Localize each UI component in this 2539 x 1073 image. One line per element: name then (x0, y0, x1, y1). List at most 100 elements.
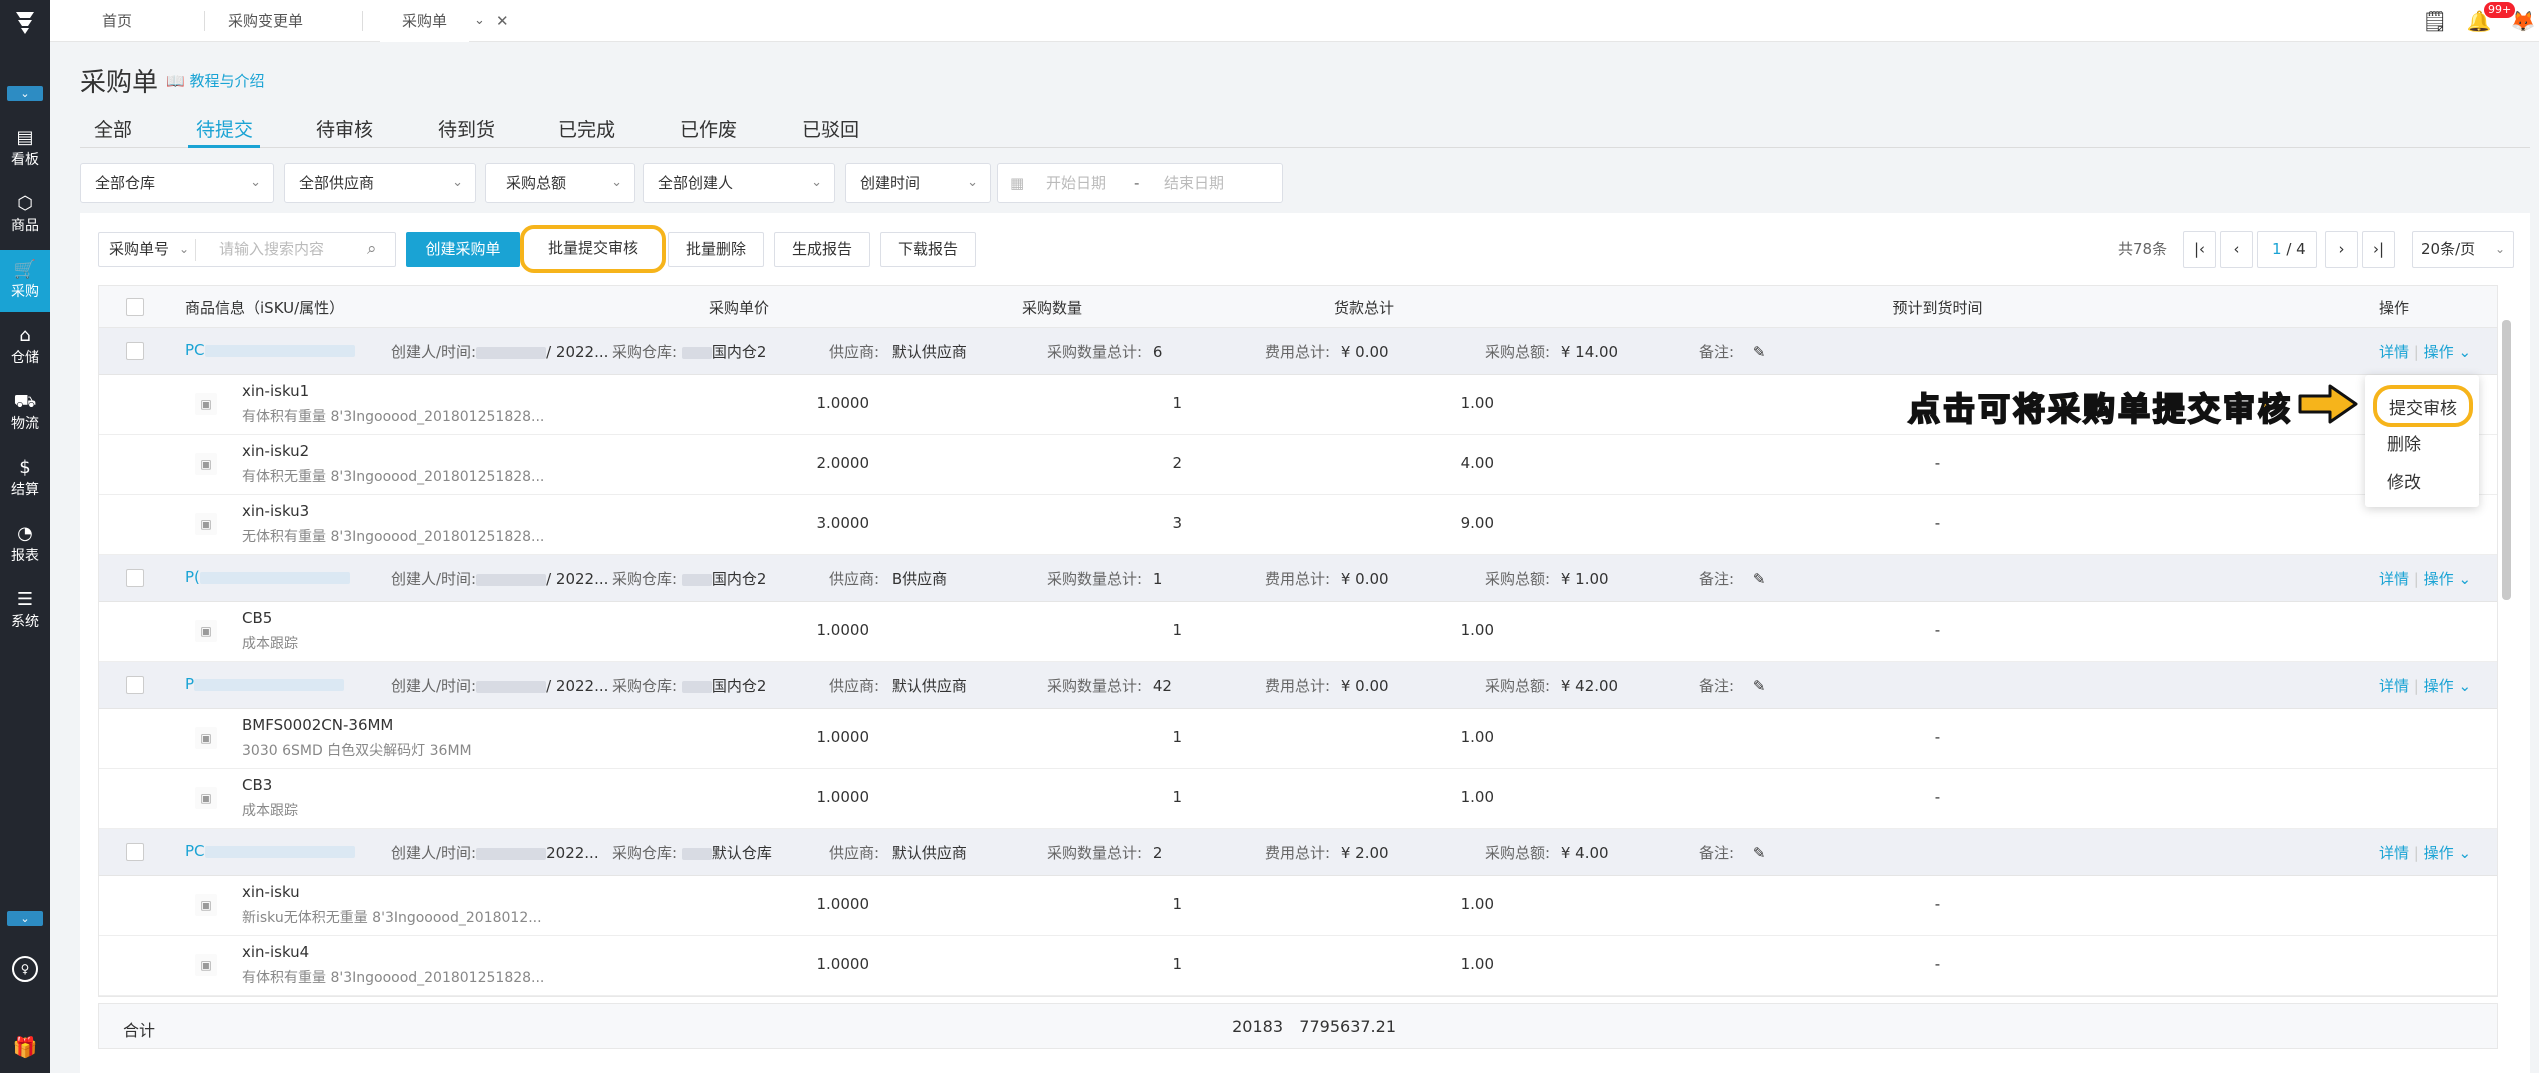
nav-item-warehouse[interactable]: ⌂ 仓储 (0, 316, 50, 378)
item-sku: xin-isku1 (242, 382, 310, 400)
operate-link[interactable]: 操作 (2424, 844, 2454, 862)
order-number[interactable]: PC (185, 341, 355, 359)
nav-item-report[interactable]: ◔ 报表 (0, 514, 50, 576)
tab-purchase-order[interactable]: 采购单 (380, 0, 470, 42)
detail-link[interactable]: 详情 (2379, 844, 2409, 862)
order-supplier: 默认供应商 (891, 677, 967, 695)
item-attr: 有体积有重量 8'3Ingooood_201801251828... (242, 409, 545, 425)
prev-page-icon[interactable]: ‹ (2220, 231, 2253, 268)
collapse-toggle-icon[interactable]: ⌄ (7, 86, 43, 101)
app-logo[interactable] (8, 6, 42, 40)
tab-pending-arrival[interactable]: 待到货 (438, 118, 495, 142)
amount-select[interactable]: 采购总额 ⌄ (485, 163, 635, 203)
chevron-down-icon[interactable]: ⌄ (474, 0, 485, 42)
divider (195, 239, 196, 261)
detail-link[interactable]: 详情 (2379, 677, 2409, 695)
item-price: 3.0000 (816, 514, 870, 532)
tab-pending-review[interactable]: 待审核 (316, 118, 373, 142)
nav-item-purchase[interactable]: 🛒 采购 (0, 250, 50, 312)
summary-label: 合计 (123, 1021, 156, 1040)
order-checkbox[interactable] (126, 676, 144, 694)
close-tab-icon[interactable]: ✕ (496, 0, 509, 42)
operate-link[interactable]: 操作 (2424, 570, 2454, 588)
page-size-select[interactable]: 20条/页 ⌄ (2412, 231, 2514, 268)
chevron-down-icon: ⌄ (452, 175, 463, 190)
edit-icon[interactable]: ✎ (1753, 677, 1766, 695)
warehouse-select[interactable]: 全部仓库 ⌄ (80, 163, 274, 203)
detail-link[interactable]: 详情 (2379, 343, 2409, 361)
first-page-icon[interactable]: |‹ (2183, 231, 2216, 268)
table-scrollbar[interactable] (2502, 320, 2511, 600)
order-supplier: 默认供应商 (891, 844, 967, 862)
edit-icon[interactable]: ✎ (1753, 343, 1766, 361)
end-date-input[interactable]: 结束日期 (1164, 164, 1224, 202)
date-range-picker[interactable]: ▦ 开始日期 - 结束日期 (997, 163, 1283, 203)
item-qty: 1 (1172, 955, 1182, 973)
detail-link[interactable]: 详情 (2379, 570, 2409, 588)
top-bar: 首页 采购变更单 采购单 ⌄ ✕ 🗒 🔔 99+ 🦊 (50, 0, 2539, 42)
tutorial-link[interactable]: 📖 教程与介绍 (166, 70, 264, 91)
search-icon[interactable]: ⌕ (367, 233, 377, 266)
order-checkbox[interactable] (126, 843, 144, 861)
money-icon: $ (19, 457, 31, 478)
order-number[interactable]: PC (185, 842, 355, 860)
summary-amount: 7795637.21 (1299, 1017, 1396, 1036)
order-checkbox[interactable] (126, 569, 144, 587)
nav-item-product[interactable]: ⬡ 商品 (0, 184, 50, 246)
order-qty-total: 42 (1152, 677, 1172, 695)
user-pin-icon[interactable]: ♀ (12, 956, 38, 982)
nav-item-dashboard[interactable]: ▤ 看板 (0, 118, 50, 180)
order-number[interactable]: P( (185, 568, 350, 586)
last-page-icon[interactable]: ›| (2362, 231, 2395, 268)
item-attr: 成本跟踪 (242, 803, 298, 819)
order-total: ¥ 14.00 (1560, 343, 1619, 361)
batch-delete-button[interactable]: 批量删除 (668, 232, 764, 267)
item-qty: 1 (1172, 621, 1182, 639)
item-sku: xin-isku4 (242, 943, 310, 961)
tab-purchase-change[interactable]: 采购变更单 (206, 0, 325, 42)
select-all-checkbox[interactable] (126, 298, 144, 316)
generate-report-button[interactable]: 生成报告 (774, 232, 870, 267)
download-report-button[interactable]: 下载报告 (880, 232, 976, 267)
item-eta: - (1934, 788, 1941, 806)
supplier-select[interactable]: 全部供应商 ⌄ (284, 163, 476, 203)
notes-icon[interactable]: 🗒 (2422, 8, 2448, 34)
gift-icon[interactable]: 🎁 (12, 1034, 38, 1060)
operate-link[interactable]: 操作 (2424, 677, 2454, 695)
order-header-row: PC 创建人/时间: 2022... 采购仓库: 默认仓库 供应商: 默认供应商 采购数量… (99, 829, 2497, 876)
link-divider: | (2413, 343, 2419, 361)
page-input[interactable]: 1 / 4 (2257, 231, 2317, 268)
warehouse-label: 采购仓库: (612, 844, 678, 862)
order-date: 2022... (546, 844, 599, 862)
search-group: 采购单号 ⌄ 请输入搜索内容 ⌕ (98, 232, 396, 267)
edit-menu-item[interactable]: 修改 (2387, 468, 2421, 493)
search-type-select[interactable]: 采购单号 (109, 233, 169, 266)
tab-voided[interactable]: 已作废 (680, 118, 737, 142)
tab-completed[interactable]: 已完成 (558, 118, 615, 142)
create-order-button[interactable]: 创建采购单 (406, 232, 520, 267)
search-input[interactable]: 请输入搜索内容 (219, 233, 324, 266)
tab-rejected[interactable]: 已驳回 (802, 118, 859, 142)
tab-home[interactable]: 首页 (80, 0, 154, 42)
next-page-icon[interactable]: › (2325, 231, 2358, 268)
time-select[interactable]: 创建时间 ⌄ (845, 163, 991, 203)
edit-icon[interactable]: ✎ (1753, 844, 1766, 862)
avatar[interactable]: 🦊 (2510, 8, 2536, 34)
edit-icon[interactable]: ✎ (1753, 570, 1766, 588)
operate-link[interactable]: 操作 (2424, 343, 2454, 361)
warehouse-label: 采购仓库: (612, 570, 678, 588)
delete-menu-item[interactable]: 删除 (2387, 430, 2421, 455)
nav-item-system[interactable]: ☰ 系统 (0, 580, 50, 642)
tab-all[interactable]: 全部 (94, 118, 132, 142)
nav-item-logistics[interactable]: ⛟ 物流 (0, 382, 50, 444)
order-total: ¥ 42.00 (1560, 677, 1619, 695)
start-date-input[interactable]: 开始日期 (1046, 164, 1106, 202)
expand-toggle-icon[interactable]: ⌄ (7, 911, 43, 926)
nav-item-settlement[interactable]: $ 结算 (0, 448, 50, 510)
order-checkbox[interactable] (126, 342, 144, 360)
order-number[interactable]: P (185, 675, 345, 693)
creator-select[interactable]: 全部创建人 ⌄ (643, 163, 835, 203)
image-placeholder-icon: ▣ (195, 787, 217, 809)
qty-total-label: 采购数量总计: (1047, 570, 1143, 588)
tab-pending-submit[interactable]: 待提交 (196, 118, 253, 142)
